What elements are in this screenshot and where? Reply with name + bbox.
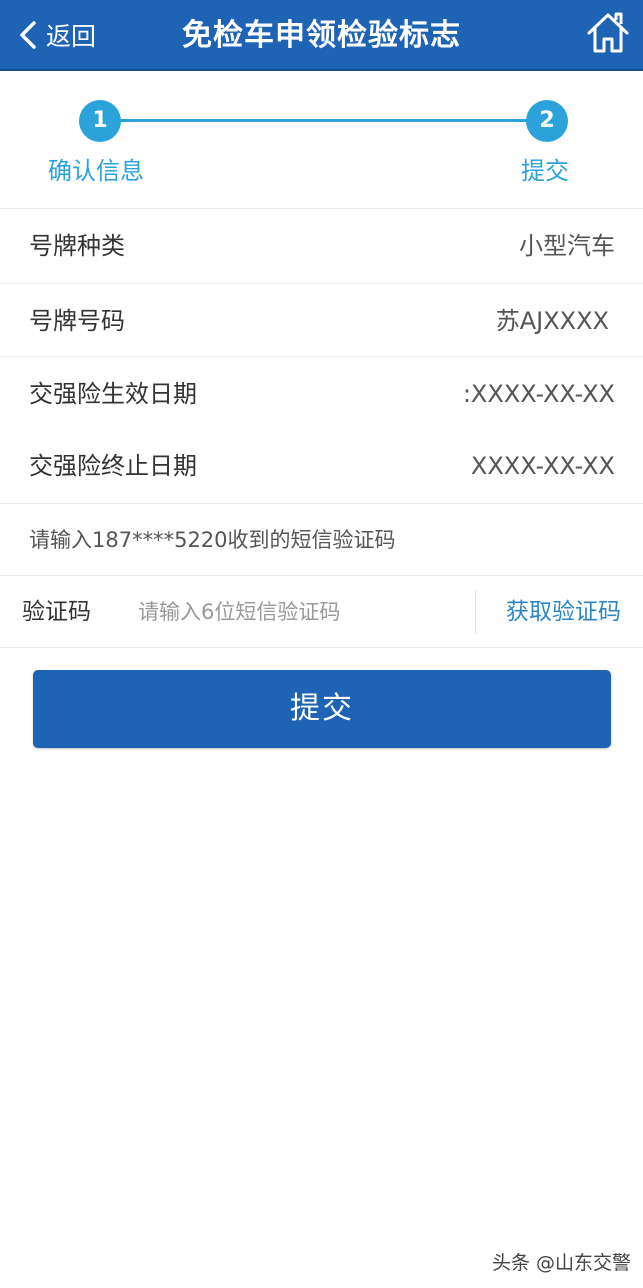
insurance-start-row: 交强险生效日期 :XXXX-XX-XX	[0, 358, 643, 430]
page-title: 免检车申领检验标志	[182, 18, 461, 53]
field-separator	[475, 590, 476, 634]
verification-code-row: 验证码 获取验证码	[0, 576, 643, 648]
step-1-label: 确认信息	[48, 157, 144, 185]
step-connector	[120, 119, 528, 122]
insurance-start-label: 交强险生效日期	[29, 380, 197, 408]
divider	[0, 503, 643, 504]
get-code-button[interactable]: 获取验证码	[506, 576, 621, 648]
divider	[0, 208, 643, 209]
divider	[0, 283, 643, 284]
divider	[0, 647, 643, 648]
insurance-end-label: 交强险终止日期	[29, 452, 197, 480]
app-header: 返回 免检车申领检验标志	[0, 0, 643, 71]
plate-number-label: 号牌号码	[29, 307, 125, 335]
step-1-circle: 1	[79, 100, 121, 142]
insurance-end-row: 交强险终止日期 XXXX-XX-XX	[0, 430, 643, 502]
home-icon	[585, 10, 631, 56]
plate-type-label: 号牌种类	[29, 232, 125, 260]
verification-code-label: 验证码	[22, 599, 91, 625]
step-2-label: 提交	[521, 157, 569, 185]
insurance-end-value: XXXX-XX-XX	[470, 452, 615, 480]
progress-stepper: 1 2 确认信息 提交	[0, 71, 643, 207]
divider	[0, 356, 643, 357]
verification-code-input[interactable]	[138, 592, 458, 632]
plate-number-value: 苏AJXXXX	[495, 307, 609, 335]
plate-type-row: 号牌种类 小型汽车	[0, 210, 643, 282]
insurance-start-value: :XXXX-XX-XX	[462, 380, 615, 408]
step-2-circle: 2	[526, 100, 568, 142]
plate-number-row: 号牌号码 苏AJXXXX	[0, 285, 643, 357]
submit-button[interactable]: 提交	[33, 670, 611, 748]
watermark: 头条 @山东交警	[491, 1252, 631, 1274]
home-button[interactable]	[585, 10, 631, 56]
sms-hint-text: 请输入187****5220收到的短信验证码	[29, 528, 396, 552]
plate-type-value: 小型汽车	[519, 232, 615, 260]
